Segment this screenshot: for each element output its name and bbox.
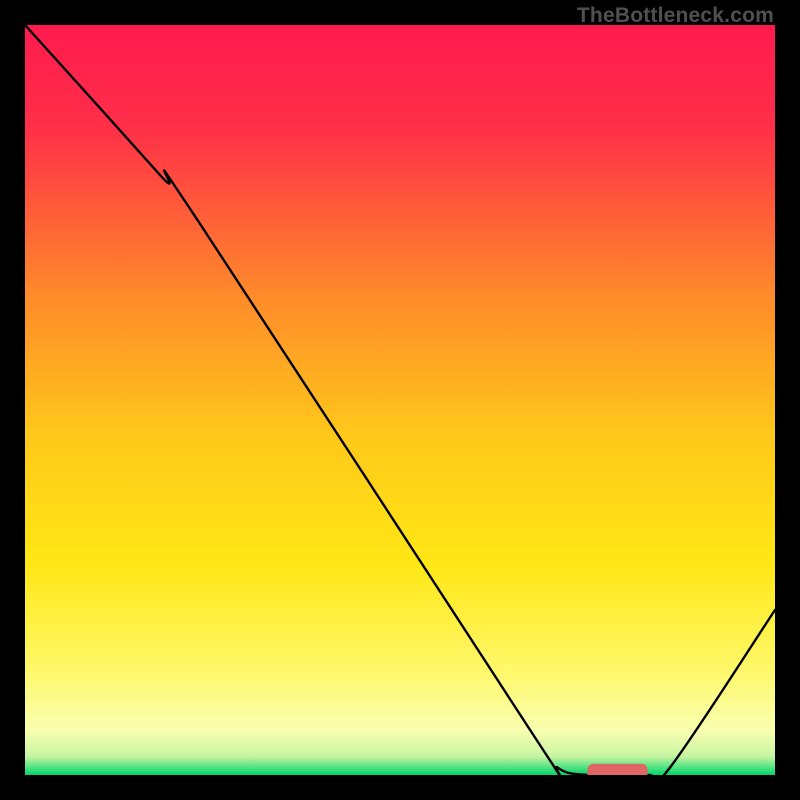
plot-area <box>25 25 775 775</box>
bottleneck-chart <box>25 25 775 775</box>
optimal-marker <box>588 764 648 775</box>
chart-container: TheBottleneck.com <box>0 0 800 800</box>
gradient-background <box>25 25 775 775</box>
